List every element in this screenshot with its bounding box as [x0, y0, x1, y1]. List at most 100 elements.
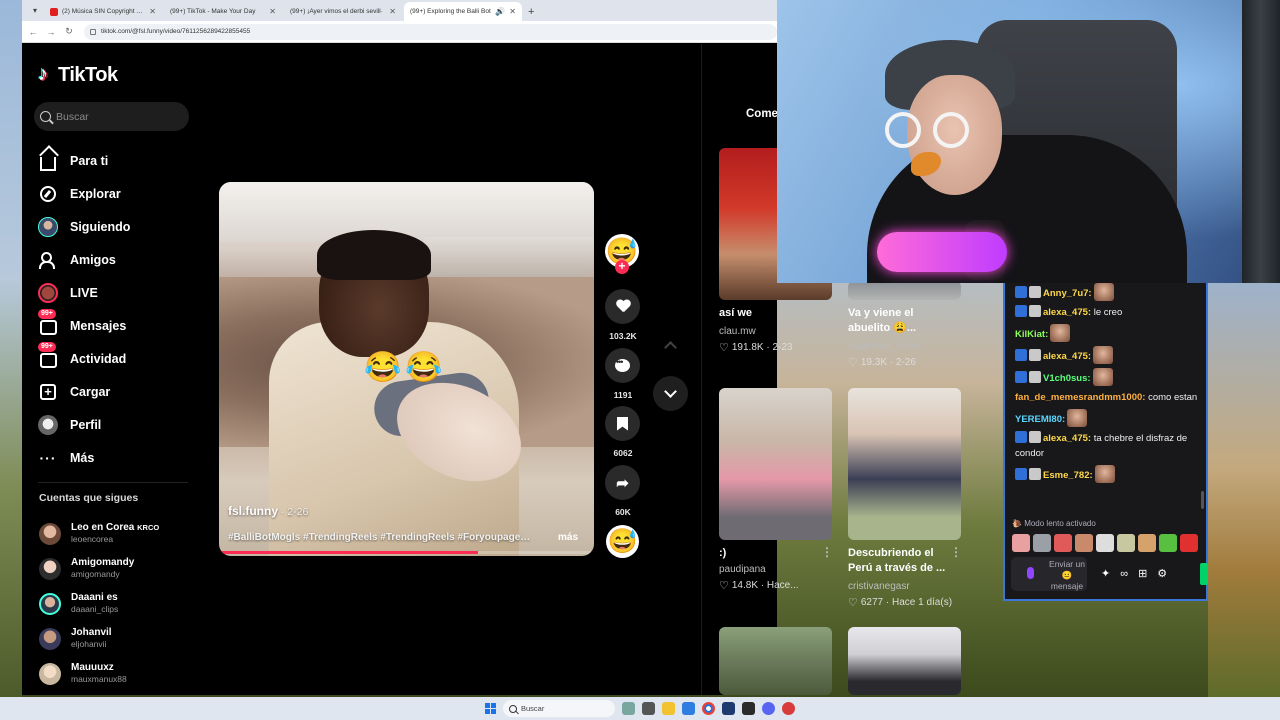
sidebar-item-cargar[interactable]: + Cargar	[38, 375, 203, 408]
tab-search-chevron-icon[interactable]: ▾	[28, 0, 42, 21]
related-video-author[interactable]: clau.mw	[719, 326, 756, 337]
chat-username[interactable]: fan_de_memesrandmm1000:	[1015, 392, 1145, 403]
emote-icon[interactable]	[1075, 534, 1093, 552]
chrome-icon[interactable]	[702, 702, 715, 715]
heart-icon	[616, 300, 630, 313]
back-arrow-icon[interactable]: ←	[28, 27, 38, 37]
close-tab-icon[interactable]: ✕	[509, 7, 516, 16]
more-options-icon[interactable]: ⋮	[950, 545, 962, 559]
related-video-thumbnail[interactable]	[848, 627, 961, 695]
browser-tab-1[interactable]: (2) Música SIN Copyright 2026 · ✕	[44, 2, 162, 21]
new-tab-button[interactable]: +	[528, 2, 534, 21]
file-explorer-icon[interactable]	[662, 702, 675, 715]
emote-icon[interactable]	[1033, 534, 1051, 552]
sidebar-item-explorar[interactable]: Explorar	[38, 177, 203, 210]
like-button[interactable]	[605, 289, 640, 324]
windows-start-icon[interactable]	[485, 703, 496, 714]
share-button[interactable]: ➦	[605, 465, 640, 500]
chat-username[interactable]: alexa_475:	[1043, 307, 1091, 318]
obs-icon[interactable]	[742, 702, 755, 715]
following-item[interactable]: Mauuuxz mauxmanux88	[39, 656, 199, 691]
taskbar-search[interactable]: Buscar	[503, 700, 615, 717]
taskbar-app-icon[interactable]	[622, 702, 635, 715]
emote-icon[interactable]	[1138, 534, 1156, 552]
following-item[interactable]: Johanvil eljohanvii	[39, 621, 199, 656]
url-field[interactable]: tiktok.com/@fsl.funny/video/761125628942…	[84, 23, 777, 40]
following-item[interactable]: Daaani es daaani_clips	[39, 586, 199, 621]
taskbar-app-icon[interactable]	[682, 702, 695, 715]
sidebar-item-actividad[interactable]: 99+ Actividad	[38, 341, 203, 375]
sidebar-item-amigos[interactable]: Amigos	[38, 243, 203, 276]
emote-icon[interactable]	[1012, 534, 1030, 552]
chat-message-input[interactable]: Enviar un 😐 mensaje	[1011, 557, 1087, 591]
more-options-icon[interactable]: ⋮	[821, 545, 833, 559]
sidebar-item-live[interactable]: LIVE	[38, 276, 203, 309]
tab-comments[interactable]: Come	[746, 108, 778, 120]
related-video-author[interactable]: tisalemas_show	[848, 341, 919, 352]
forward-arrow-icon[interactable]: →	[46, 27, 56, 37]
search-input[interactable]: Buscar	[34, 102, 189, 131]
chat-username[interactable]: alexa_475:	[1043, 351, 1091, 362]
emote-icon[interactable]	[1096, 534, 1114, 552]
browser-tab-3[interactable]: (99+) ¡Ayer vimos el derbi sevill· ✕	[22, 2, 402, 52]
sidebar-item-mas[interactable]: ··· Más	[38, 441, 203, 474]
related-video-author[interactable]: cristivanegasr	[848, 581, 910, 592]
video-author[interactable]: fsl.funny · 2-26	[228, 504, 308, 518]
chat-username[interactable]: YEREMI80:	[1015, 414, 1065, 425]
taskbar-app-icon[interactable]	[642, 702, 655, 715]
sidebar-item-perfil[interactable]: Perfil	[38, 408, 203, 441]
browser-tab-4-active[interactable]: (99+) Exploring the Balli Bot 🔊 ✕	[22, 2, 522, 52]
emote-icon[interactable]	[1054, 534, 1072, 552]
chat-username[interactable]: V1ch0sus:	[1043, 373, 1091, 384]
next-video-button[interactable]	[653, 376, 688, 411]
emote-icon[interactable]	[1180, 534, 1198, 552]
previous-video-button[interactable]	[653, 328, 688, 363]
discord-icon[interactable]	[762, 702, 775, 715]
microphone-icon[interactable]	[1027, 567, 1034, 579]
chat-username[interactable]: alexa_475:	[1043, 433, 1091, 444]
chat-username[interactable]: Anny_7u7:	[1043, 288, 1092, 299]
more-options-icon[interactable]: ⋮	[821, 305, 833, 319]
video-progress-bar[interactable]	[219, 551, 594, 554]
reload-icon[interactable]: ↻	[64, 26, 74, 37]
chat-scrollbar[interactable]	[1201, 491, 1204, 509]
close-tab-icon[interactable]: ✕	[269, 7, 276, 16]
taskbar-app-icon[interactable]	[782, 702, 795, 715]
sidebar-item-para-ti[interactable]: Para ti	[38, 144, 203, 177]
browser-tab-2[interactable]: (99+) TikTok - Make Your Day ✕	[22, 2, 282, 52]
comment-button[interactable]	[605, 348, 640, 383]
gift-icon[interactable]: ⊞	[1138, 567, 1147, 580]
more-options-icon[interactable]: ⋮	[950, 305, 962, 319]
video-hashtags[interactable]: #BalliBotMogls #TrendingReels #TrendingR…	[228, 532, 548, 543]
related-video-title[interactable]: Va y viene el abuelito 😩...	[848, 306, 958, 336]
chat-username[interactable]: Esme_782:	[1043, 470, 1093, 481]
related-video-thumbnail[interactable]	[848, 281, 961, 300]
emote-icon[interactable]	[1117, 534, 1135, 552]
emote-icon[interactable]	[1159, 534, 1177, 552]
caption-more-button[interactable]: más	[558, 532, 578, 543]
close-tab-icon[interactable]: ✕	[149, 7, 156, 16]
related-video-author[interactable]: paudipana	[719, 564, 766, 575]
site-info-icon[interactable]	[90, 28, 96, 35]
related-video-thumbnail[interactable]	[848, 388, 961, 540]
chat-send-button[interactable]	[1200, 563, 1208, 585]
tiktok-logo[interactable]: TikTok	[38, 63, 118, 87]
following-item[interactable]: Amigomandy amigomandy	[39, 551, 199, 586]
sidebar-item-mensajes[interactable]: 99+ Mensajes	[38, 308, 203, 342]
speaker-icon[interactable]: 🔊	[495, 7, 505, 16]
follow-plus-button[interactable]: +	[615, 260, 629, 274]
bits-icon[interactable]: ✦	[1101, 567, 1110, 580]
photoshop-icon[interactable]	[722, 702, 735, 715]
related-video-thumbnail[interactable]	[719, 627, 832, 695]
related-video-title[interactable]: Descubriendo el Perú a través de ...	[848, 546, 958, 576]
video-player[interactable]: 😂😂 fsl.funny · 2-26 #BalliBotMogls #Tren…	[219, 182, 594, 556]
close-tab-icon[interactable]: ✕	[389, 7, 396, 16]
save-button[interactable]	[605, 406, 640, 441]
sound-disc[interactable]: 😅	[606, 525, 639, 558]
sidebar-item-siguiendo[interactable]: Siguiendo	[38, 210, 203, 243]
chat-username[interactable]: KilKiat:	[1015, 329, 1048, 340]
related-video-thumbnail[interactable]	[719, 388, 832, 540]
following-item[interactable]: Leo en Corea KRCO leoencorea	[39, 516, 199, 551]
gear-icon[interactable]: ⚙	[1157, 567, 1167, 580]
infinity-icon[interactable]: ∞	[1120, 568, 1128, 580]
